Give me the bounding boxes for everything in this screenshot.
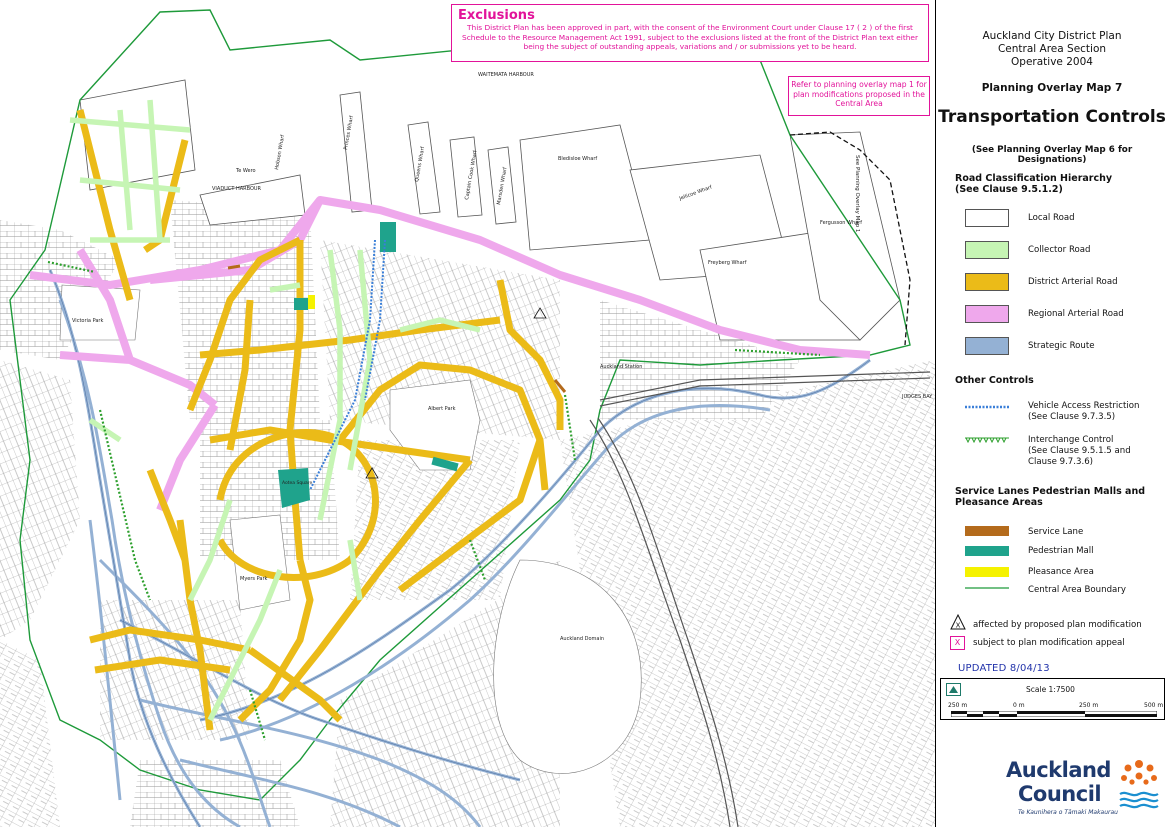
scale-tick-1: 250 m [948, 702, 968, 709]
pohutukawa-emblem-icon [1119, 760, 1159, 809]
label-auckland-domain: Auckland Domain [560, 636, 604, 642]
exclusions-notice: Exclusions This District Plan has been a… [451, 4, 929, 62]
updated-date: UPDATED 8/04/13 [958, 663, 1050, 674]
scale-tick-4: 500 m [1144, 702, 1164, 709]
refer-overlay-note: Refer to planning overlay map 1 for plan… [788, 76, 930, 116]
scale-bar-graphic [951, 711, 1157, 717]
vehicle-access-restriction-icon [965, 405, 1009, 409]
label-interchange-control: Interchange Control [1028, 435, 1114, 445]
north-arrow-icon [946, 683, 961, 696]
proposed-modification-symbol: X [956, 622, 961, 630]
label-te-wero: Te Wero [235, 168, 256, 174]
plan-name: Auckland City District Plan [982, 30, 1122, 42]
central-area-boundary-icon [965, 587, 1009, 589]
interchange-control-icon [965, 437, 1009, 444]
map-title: Transportation Controls [938, 107, 1166, 127]
swatch-pleasance-area [965, 567, 1009, 577]
label-viaduct-harbour: VIADUCT HARBOUR [212, 186, 262, 192]
label-central-area-boundary: Central Area Boundary [1028, 585, 1126, 595]
logo-council: Council [1018, 782, 1102, 806]
swatch-pedestrian-mall [965, 546, 1009, 556]
label-modification-appeal: subject to plan modification appeal [973, 638, 1125, 648]
scale-tick-3: 250 m [1079, 702, 1099, 709]
label-interchange-clause-2: Clause 9.7.3.6) [1028, 457, 1094, 467]
label-judges-bay: JUDGES BAY [901, 394, 933, 400]
label-collector-road: Collector Road [1028, 245, 1091, 255]
label-bledisloe-wharf: Bledisloe Wharf [558, 156, 597, 162]
service-lanes-heading: Service Lanes Pedestrian Malls and [955, 486, 1146, 497]
map-area[interactable]: WAITEMATA HARBOUR VIADUCT HARBOUR Te Wer… [0, 0, 935, 827]
label-auckland-station: Auckland Station [600, 364, 642, 370]
map-subtitle: (See Planning Overlay Map 6 for Designat… [971, 145, 1133, 165]
label-hobson-wharf: Hobson Wharf [274, 134, 286, 170]
transportation-controls-map[interactable]: WAITEMATA HARBOUR VIADUCT HARBOUR Te Wer… [0, 0, 935, 827]
label-albert-park: Albert Park [428, 406, 456, 412]
label-interchange-clause-1: (See Clause 9.5.1.5 and [1028, 446, 1131, 456]
exclusions-body: This District Plan has been approved in … [462, 23, 918, 52]
label-aotea-square: Aotea Square [282, 480, 313, 486]
scale-bar-box: Scale 1:7500 250 m 0 m 250 m 500 m [940, 678, 1165, 720]
label-myers-park: Myers Park [240, 576, 268, 582]
plan-status: Operative 2004 [1011, 56, 1093, 68]
label-pedestrian-mall: Pedestrian Mall [1028, 546, 1094, 556]
map-number: Planning Overlay Map 7 [981, 82, 1123, 94]
plan-section: Central Area Section [997, 43, 1107, 55]
swatch-service-lane [965, 526, 1009, 536]
pleasance-area [308, 295, 315, 309]
scale-tick-2: 0 m [1013, 702, 1025, 709]
exclusions-title: Exclusions [458, 8, 535, 23]
label-service-lane: Service Lane [1028, 527, 1084, 537]
appeal-symbol-box: X [950, 636, 965, 650]
logo-tagline: Te Kaunihera o Tāmaki Makaurau [1018, 809, 1118, 816]
auckland-council-logo: Auckland Council Te Kaunihera o Tāmaki M… [1006, 752, 1166, 822]
service-lanes-heading-2: Pleasance Areas [955, 497, 1043, 508]
label-local-road: Local Road [1028, 213, 1075, 223]
label-proposed-modification: affected by proposed plan modification [973, 620, 1142, 630]
swatch-regional-arterial-road [965, 305, 1009, 323]
label-district-arterial-road: District Arterial Road [1028, 277, 1118, 287]
label-see-planning-overlay: See Planning Overlay Map 1 [854, 155, 860, 232]
road-hierarchy-heading: Road Classification Hierarchy [955, 173, 1113, 184]
swatch-collector-road [965, 241, 1009, 259]
other-controls-heading: Other Controls [955, 375, 1034, 386]
label-vehicle-access-restriction: Vehicle Access Restriction [1028, 401, 1140, 411]
label-strategic-route: Strategic Route [1028, 341, 1095, 351]
label-waitemata-harbour: WAITEMATA HARBOUR [478, 72, 534, 78]
swatch-strategic-route [965, 337, 1009, 355]
legend-panel: Auckland City District Plan Central Area… [935, 0, 1169, 827]
logo-auckland: Auckland [1006, 758, 1111, 782]
scale-label: Scale 1:7500 [1026, 685, 1075, 694]
proposed-modification-icon: X [950, 614, 966, 630]
swatch-district-arterial-road [965, 273, 1009, 291]
road-hierarchy-clause: (See Clause 9.5.1.2) [955, 184, 1063, 195]
label-vehicle-access-clause: (See Clause 9.7.3.5) [1028, 412, 1116, 422]
label-pleasance-area: Pleasance Area [1028, 567, 1094, 577]
label-regional-arterial-road: Regional Arterial Road [1028, 309, 1124, 319]
label-freyberg-wharf: Freyberg Wharf [708, 260, 747, 266]
swatch-local-road [965, 209, 1009, 227]
label-victoria-park: Victoria Park [72, 318, 103, 324]
